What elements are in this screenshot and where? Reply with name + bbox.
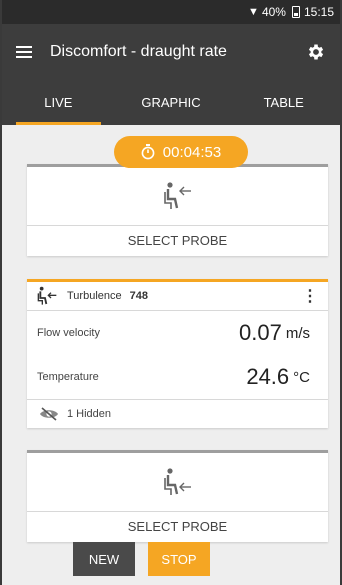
stop-button[interactable]: STOP [148,542,210,576]
hidden-count-label: 1 Hidden [67,408,112,420]
seated-person-draught-icon [163,182,191,209]
menu-icon[interactable] [16,46,32,58]
tab-graphic[interactable]: GRAPHIC [115,80,228,125]
reading-unit: °C [293,368,310,386]
app-bar: Discomfort - draught rate [2,24,340,80]
status-bar: ▼ 40% 15:15 [2,0,340,24]
reading-row-flow-velocity: Flow velocity 0.07 m/s [27,311,328,355]
sensor-id: 748 [129,290,148,302]
gear-icon[interactable] [306,42,326,62]
reading-value: 24.6 [246,364,290,389]
more-vert-icon[interactable]: ⋮ [302,286,318,306]
page-title: Discomfort - draught rate [50,43,227,60]
timer-value: 00:04:53 [162,143,222,161]
reading-value: 0.07 [239,320,282,345]
reading-unit: m/s [285,324,310,342]
probe-slot-1: SELECT PROBE [27,164,328,256]
select-probe-button[interactable]: SELECT PROBE [27,511,328,542]
seated-person-draught-icon [163,468,191,495]
reading-label: Flow velocity [37,327,100,339]
eye-off-icon [40,407,58,421]
wifi-icon: ▼ [248,6,259,18]
timer-badge: 00:04:53 [114,136,248,168]
clock: 15:15 [303,5,334,19]
probe-slot-2: SELECT PROBE [27,450,328,542]
hidden-values-toggle[interactable]: 1 Hidden [27,399,328,428]
measurement-card: Turbulence 748 ⋮ Flow velocity 0.07 m/s … [27,279,328,428]
battery-level: 40% [261,5,286,19]
sensor-name: Turbulence [67,290,122,302]
probe-slot-icon-area [27,453,328,511]
measurement-card-header: Turbulence 748 ⋮ [27,282,328,311]
tab-bar: LIVE GRAPHIC TABLE [2,80,340,125]
reading-label: Temperature [37,371,99,383]
select-probe-button[interactable]: SELECT PROBE [27,225,328,256]
probe-slot-icon-area [27,167,328,225]
reading-row-temperature: Temperature 24.6 °C [27,355,328,399]
app-frame: ▼ 40% 15:15 Discomfort - draught rate LI… [0,0,342,585]
seated-person-draught-icon [37,286,57,305]
battery-icon [291,6,300,18]
new-button[interactable]: NEW [73,542,135,576]
tab-live[interactable]: LIVE [2,80,115,125]
tab-table[interactable]: TABLE [227,80,340,125]
stopwatch-icon [141,144,155,160]
